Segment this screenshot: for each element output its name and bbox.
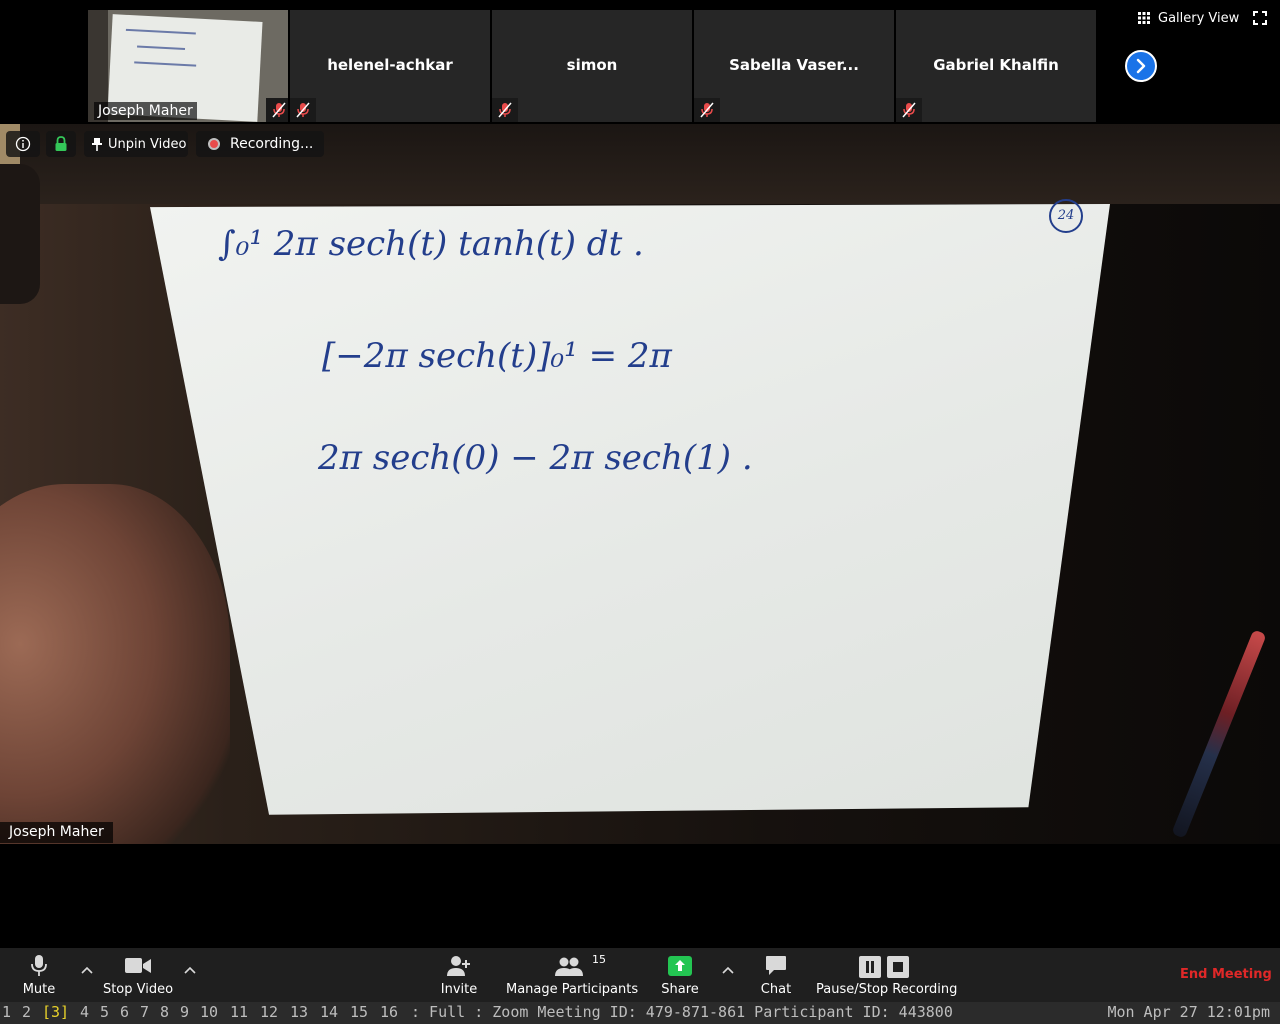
self-name-label: Joseph Maher [94, 102, 197, 120]
mic-off-icon [700, 102, 714, 118]
share-options-caret-icon[interactable] [721, 964, 735, 978]
chat-label: Chat [760, 982, 792, 997]
thumbnail-ink-line [134, 61, 197, 67]
mic-off-icon [498, 102, 512, 118]
mute-button[interactable]: Mute [10, 948, 68, 1002]
manage-participants-button[interactable]: Manage Participants [506, 948, 639, 1002]
pause-stop-icon [859, 956, 909, 978]
encryption-button[interactable] [46, 131, 76, 157]
workspace-item[interactable]: 15 [350, 1002, 368, 1022]
share-screen-icon [668, 956, 692, 976]
mic-off-icon [902, 102, 916, 118]
self-muted-indicator [266, 98, 288, 122]
fullscreen-icon [1253, 11, 1267, 25]
participant-count-badge: 15 [592, 953, 606, 966]
participant-name: helenel-achkar [327, 56, 453, 74]
share-button[interactable]: Share [656, 948, 704, 1002]
workspace-item-active[interactable]: [3] [42, 1002, 69, 1022]
clock: Mon Apr 27 12:01pm [1107, 1003, 1270, 1021]
video-background [0, 164, 40, 304]
workspace-item[interactable]: 13 [290, 1002, 308, 1022]
window-status-text: : Full : Zoom Meeting ID: 479-871-861 Pa… [411, 1003, 953, 1021]
workspace-item[interactable]: 2 [22, 1002, 31, 1022]
participant-name: Sabella Vaser... [729, 56, 859, 74]
video-background [0, 124, 1280, 204]
chat-button[interactable]: Chat [754, 948, 798, 1002]
thumbnail-ink-line [125, 28, 196, 35]
workspace-item[interactable]: 6 [120, 1002, 129, 1022]
microphone-icon [31, 955, 47, 976]
mic-off-icon [272, 102, 286, 118]
unpin-video-label: Unpin Video [108, 136, 187, 152]
recording-label: Recording... [230, 136, 314, 152]
add-user-icon [447, 956, 470, 976]
grid-icon [1138, 12, 1150, 24]
meeting-info-button[interactable] [6, 131, 40, 157]
invite-button[interactable]: Invite [432, 948, 486, 1002]
fullscreen-button[interactable] [1253, 10, 1267, 25]
unpin-video-button[interactable]: Unpin Video [84, 131, 188, 157]
participant-tile[interactable]: simon [492, 10, 692, 122]
participant-muted-indicator [290, 98, 316, 122]
share-label: Share [661, 982, 699, 997]
participant-muted-indicator [896, 98, 922, 122]
workspace-item[interactable]: 10 [200, 1002, 218, 1022]
video-hand [0, 484, 230, 844]
workspace-item[interactable]: 12 [260, 1002, 278, 1022]
workspace-item[interactable]: 16 [380, 1002, 398, 1022]
chevron-right-icon [1136, 58, 1146, 74]
zoom-meeting-window: { "gallery": { "self": { "name": "Joseph… [0, 0, 1280, 1024]
workspace-item[interactable]: 7 [140, 1002, 149, 1022]
participant-tile[interactable]: Gabriel Khalfin [896, 10, 1096, 122]
workspace-item[interactable]: 9 [180, 1002, 189, 1022]
gallery-view-label: Gallery View [1158, 10, 1240, 26]
pin-icon [92, 138, 102, 151]
page-number: 24 [1049, 199, 1083, 233]
lock-icon [55, 136, 67, 151]
recording-dot-icon [208, 138, 220, 150]
thumbnail-ink-line [137, 45, 186, 50]
main-video-name-label: Joseph Maher [0, 822, 113, 843]
video-pen [1171, 629, 1267, 839]
recording-indicator[interactable]: Recording... [196, 131, 324, 157]
participant-tile[interactable]: Sabella Vaser... [694, 10, 894, 122]
workspace-item[interactable]: 5 [100, 1002, 109, 1022]
mute-label: Mute [22, 982, 56, 997]
workspace-item[interactable]: 8 [160, 1002, 169, 1022]
next-page-button[interactable] [1125, 50, 1157, 82]
info-icon [15, 136, 31, 152]
recording-control-label: Pause/Stop Recording [816, 982, 958, 997]
participant-name: Gabriel Khalfin [933, 56, 1059, 74]
participant-name: simon [566, 56, 618, 74]
window-manager-statusbar: 1 2 [3] 4 5 6 7 8 9 10 11 12 13 14 15 16… [0, 1002, 1280, 1024]
invite-label: Invite [440, 982, 478, 997]
workspace-item[interactable]: 11 [230, 1002, 248, 1022]
handwritten-line: 2π sech(0) − 2π sech(1) . [318, 438, 753, 478]
participant-muted-indicator [694, 98, 720, 122]
audio-options-caret-icon[interactable] [80, 964, 94, 978]
whiteboard-paper [150, 204, 1110, 815]
mic-off-icon [296, 102, 310, 118]
handwritten-line: [−2π sech(t)]₀¹ = 2π [322, 336, 672, 376]
end-meeting-button[interactable]: End Meeting [1180, 967, 1272, 982]
stop-video-label: Stop Video [102, 982, 174, 997]
video-options-caret-icon[interactable] [183, 964, 197, 978]
pause-stop-recording-button[interactable]: Pause/Stop Recording [816, 948, 958, 1002]
workspace-item[interactable]: 4 [80, 1002, 89, 1022]
workspace-item[interactable]: 1 [2, 1002, 11, 1022]
workspace-item[interactable]: 14 [320, 1002, 338, 1022]
stop-video-button[interactable]: Stop Video [100, 948, 176, 1002]
participant-tile[interactable]: helenel-achkar [290, 10, 490, 122]
chat-bubble-icon [766, 956, 786, 975]
participant-muted-indicator [492, 98, 518, 122]
video-camera-icon [125, 958, 151, 973]
manage-participants-label: Manage Participants [506, 982, 639, 997]
meeting-controls: Mute Stop Video Invite Manage Participan… [0, 948, 1280, 1002]
gallery-view-button[interactable]: Gallery View [1138, 9, 1239, 27]
handwritten-line: ∫₀¹ 2π sech(t) tanh(t) dt . [218, 224, 644, 264]
participants-icon [555, 957, 583, 976]
self-video-thumbnail[interactable]: Joseph Maher [88, 10, 288, 122]
